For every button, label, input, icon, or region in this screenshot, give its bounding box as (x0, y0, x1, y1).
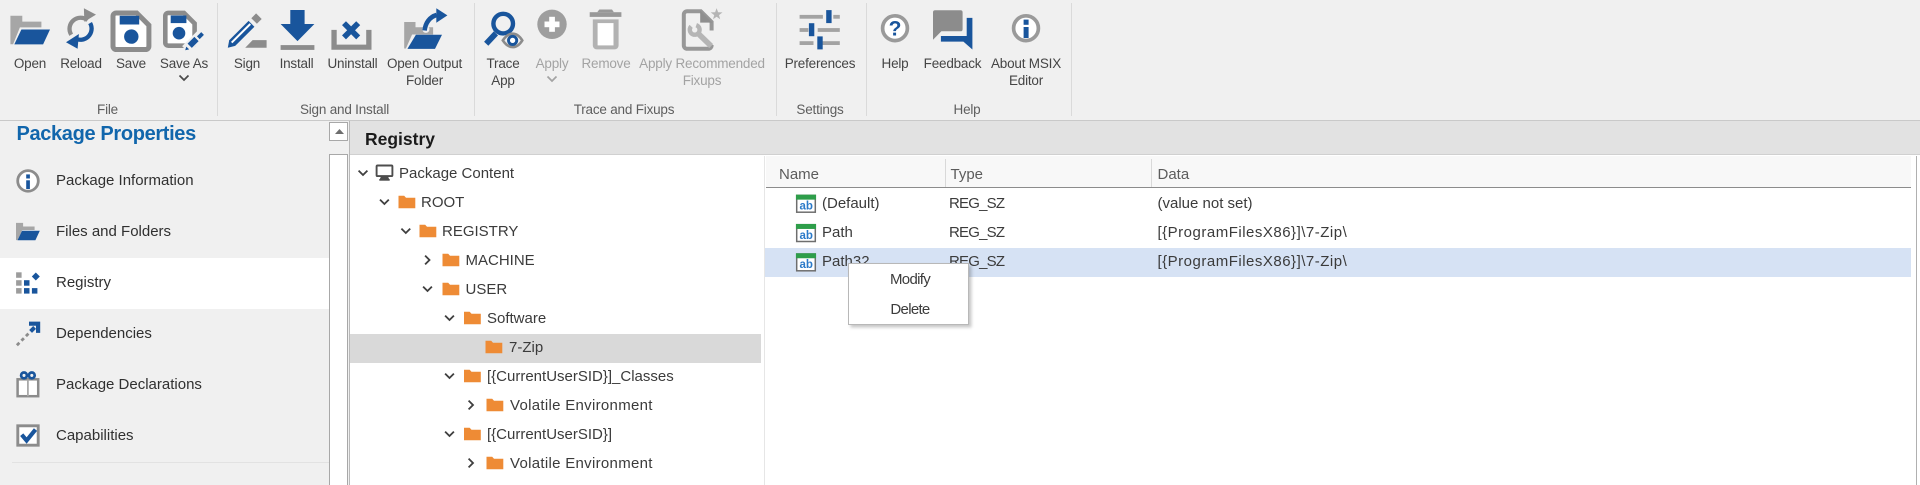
svg-text:?: ? (889, 18, 902, 41)
svg-text:ab: ab (799, 201, 812, 213)
svg-text:ab: ab (799, 230, 812, 242)
svg-text:ab: ab (799, 259, 812, 271)
